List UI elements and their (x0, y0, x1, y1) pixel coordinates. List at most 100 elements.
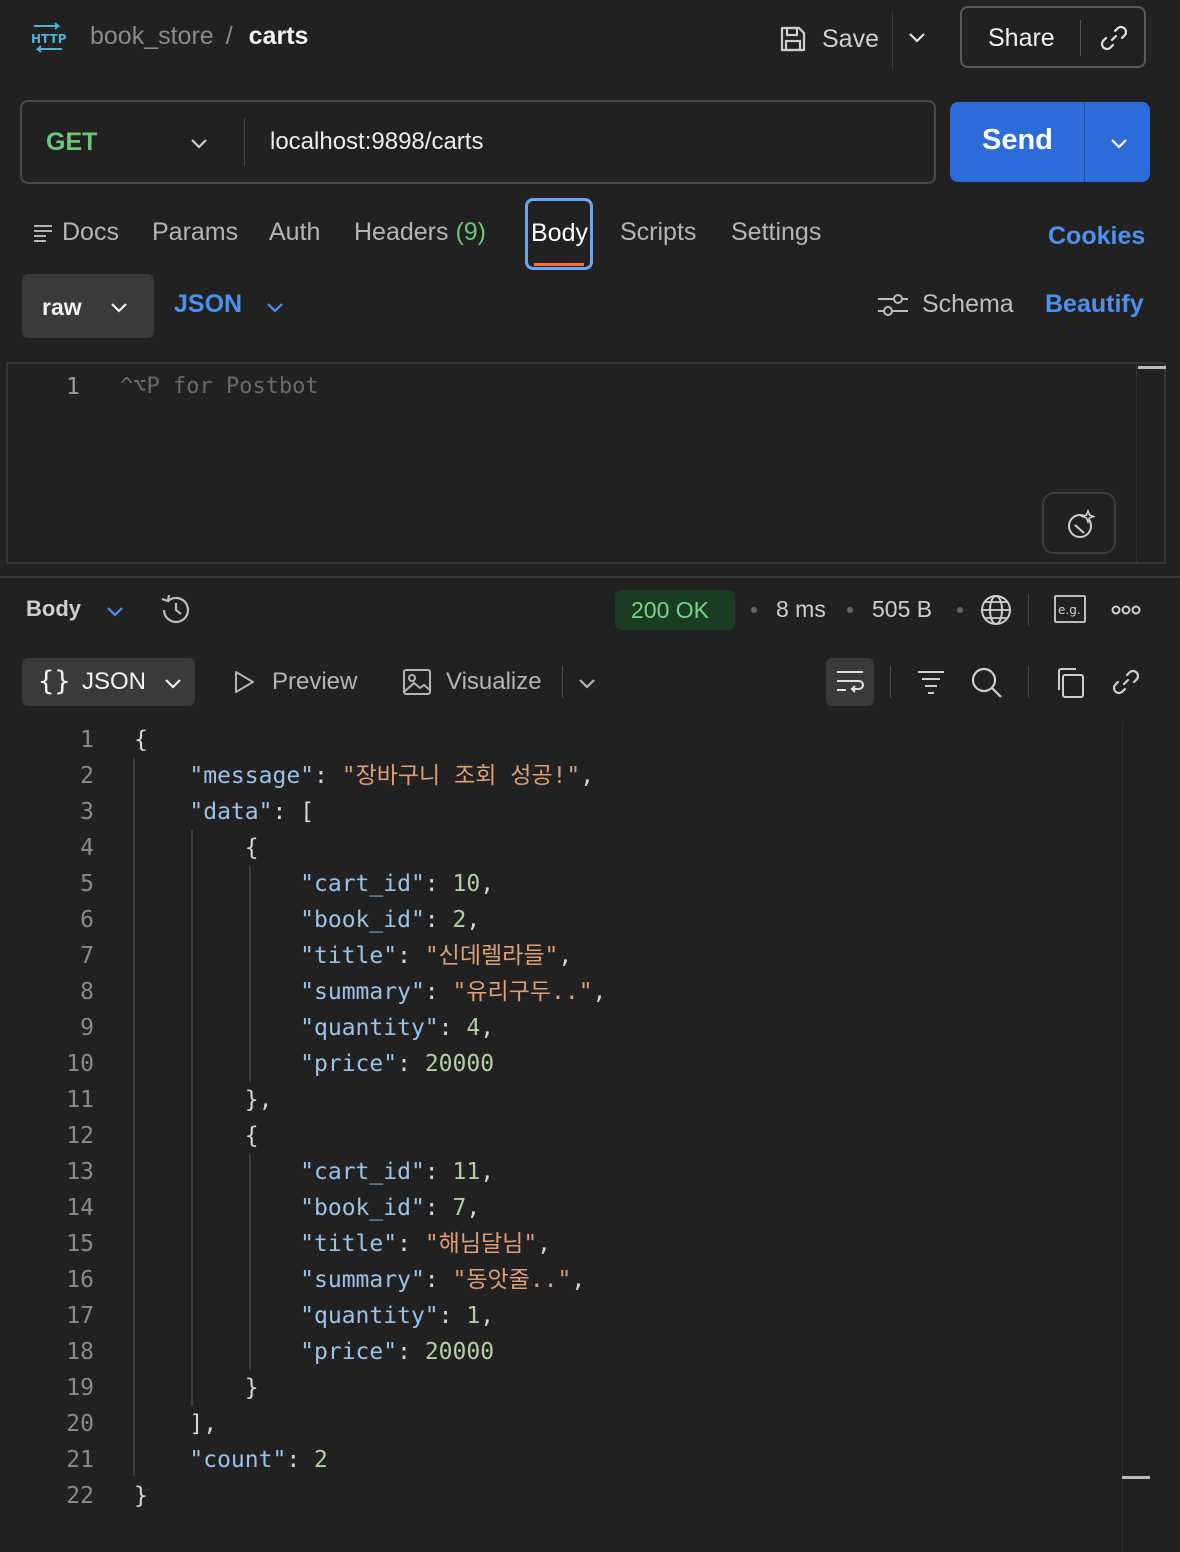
preview-button[interactable]: Preview (232, 668, 357, 696)
line-number: 5 (80, 871, 94, 897)
code-text: "count": 2 (189, 1447, 328, 1473)
response-time[interactable]: 8 ms (776, 596, 826, 623)
code-text: "price": 20000 (300, 1051, 495, 1077)
editor-scrollbar-thumb[interactable] (1138, 366, 1166, 369)
separator-dot (847, 607, 853, 613)
response-section-select[interactable]: Body (26, 596, 81, 622)
separator-dot (957, 607, 963, 613)
tab-scripts[interactable]: Scripts (620, 218, 696, 247)
line-number: 14 (66, 1195, 94, 1221)
line-number: 8 (80, 979, 94, 1005)
code-text: ], (134, 1411, 218, 1437)
status-badge[interactable]: 200 OK (615, 590, 735, 630)
line-number: 6 (80, 907, 94, 933)
history-icon[interactable] (158, 592, 194, 628)
tab-body[interactable]: Body (525, 198, 593, 270)
send-button[interactable]: Send (950, 102, 1150, 182)
response-format-select[interactable]: {} JSON (22, 658, 195, 706)
search-icon[interactable] (970, 666, 1004, 700)
code-text: "cart_id": 11, (300, 1159, 495, 1185)
visualize-chevron-down-icon[interactable] (576, 672, 598, 694)
cookies-link[interactable]: Cookies (1048, 222, 1145, 251)
save-options-chevron-down-icon[interactable] (906, 26, 928, 48)
tab-settings[interactable]: Settings (731, 218, 821, 247)
http-icon: HTTP (30, 22, 66, 54)
line-number: 21 (66, 1447, 94, 1473)
line-number: 15 (66, 1231, 94, 1257)
tab-headers[interactable]: Headers (9) (354, 218, 486, 247)
breadcrumb-collection[interactable]: book_store (90, 22, 214, 51)
line-number: 13 (66, 1159, 94, 1185)
line-number: 22 (66, 1483, 94, 1509)
line-number: 18 (66, 1339, 94, 1365)
tab-auth[interactable]: Auth (269, 218, 320, 247)
filter-icon[interactable] (916, 668, 946, 696)
headers-count-badge: (9) (455, 218, 487, 246)
braces-icon: {} (38, 666, 71, 697)
schema-label: Schema (922, 290, 1014, 318)
code-text: "summary": "유리구두..", (300, 979, 607, 1005)
separator-dot (751, 607, 757, 613)
svg-text:e.g.: e.g. (1058, 603, 1081, 617)
link-icon[interactable] (1098, 22, 1130, 54)
request-body-editor[interactable]: 1 ^⌥P for Postbot (6, 362, 1166, 564)
more-icon[interactable] (1110, 600, 1142, 620)
code-text: "title": "신데렐라들", (300, 943, 573, 969)
share-button[interactable]: Share (960, 6, 1146, 68)
language-chevron-down-icon[interactable] (264, 296, 286, 318)
postbot-button[interactable] (1042, 492, 1116, 554)
tab-params[interactable]: Params (152, 218, 238, 247)
save-divider (892, 12, 893, 70)
svg-text:HTTP: HTTP (31, 32, 66, 46)
send-label: Send (982, 124, 1053, 156)
eg-icon[interactable]: e.g. (1054, 594, 1086, 624)
response-section-chevron-down-icon[interactable] (104, 600, 126, 622)
code-text: "price": 20000 (300, 1339, 495, 1365)
body-mode-select[interactable]: raw (22, 274, 154, 338)
copy-icon[interactable] (1054, 666, 1086, 700)
visualize-button[interactable]: Visualize (402, 668, 542, 696)
share-label: Share (988, 24, 1055, 52)
link-icon[interactable] (1110, 666, 1142, 698)
code-text: { (134, 835, 259, 861)
url-input[interactable]: localhost:9898/carts (270, 128, 483, 156)
response-size[interactable]: 505 B (872, 596, 932, 623)
toolbar-divider (1028, 594, 1029, 626)
code-text: "cart_id": 10, (300, 871, 495, 897)
method-select[interactable]: GET (46, 128, 97, 157)
wrap-lines-icon (837, 671, 864, 693)
code-text: } (134, 1483, 148, 1509)
response-format-label: JSON (82, 668, 147, 695)
line-number: 11 (66, 1087, 94, 1113)
code-text: }, (134, 1087, 273, 1113)
line-number: 20 (66, 1411, 94, 1437)
body-language-select[interactable]: JSON (174, 290, 242, 319)
send-options-chevron-down-icon[interactable] (1108, 132, 1130, 154)
wrap-lines-button[interactable] (826, 658, 874, 706)
active-tab-indicator (534, 263, 584, 266)
breadcrumb-separator: / (225, 22, 233, 50)
chevron-down-icon (108, 296, 130, 318)
globe-icon[interactable] (978, 592, 1014, 628)
response-scrollbar-thumb[interactable] (1122, 1476, 1150, 1479)
tab-docs[interactable]: Docs (32, 218, 119, 247)
tab-body-label: Body (531, 219, 588, 247)
code-text: "message": "장바구니 조회 성공!", (189, 763, 595, 789)
line-number: 2 (80, 763, 94, 789)
request-name[interactable]: carts (249, 22, 309, 51)
method-chevron-down-icon[interactable] (188, 132, 210, 154)
line-number: 4 (80, 835, 94, 861)
code-text: "book_id": 2, (300, 907, 481, 933)
beautify-button[interactable]: Beautify (1045, 290, 1144, 319)
line-number: 19 (66, 1375, 94, 1401)
body-mode-label: raw (42, 294, 82, 320)
code-text: "quantity": 4, (300, 1015, 495, 1041)
pane-divider[interactable] (0, 576, 1180, 578)
tab-docs-label: Docs (62, 218, 119, 246)
preview-label: Preview (272, 668, 358, 695)
save-button[interactable]: Save (778, 20, 879, 58)
line-number: 1 (66, 374, 80, 400)
schema-button[interactable]: Schema (876, 290, 1014, 319)
toolbar-divider (890, 666, 891, 698)
toolbar-divider (1028, 666, 1029, 698)
